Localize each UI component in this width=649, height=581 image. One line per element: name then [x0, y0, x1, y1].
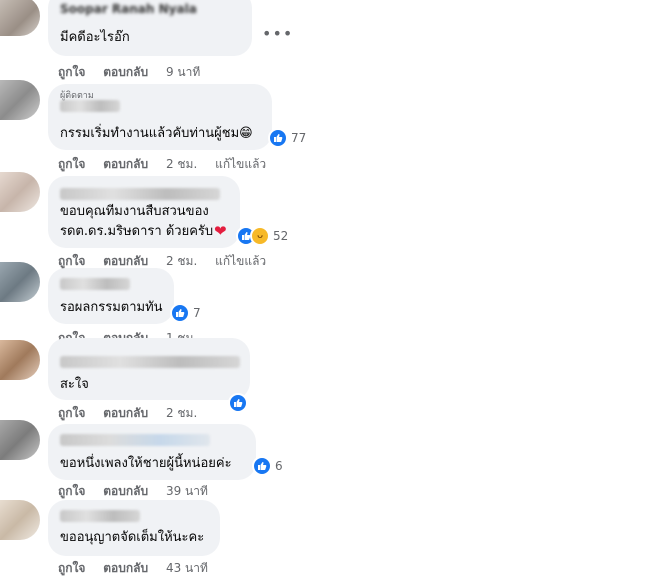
comment-time[interactable]: 2 ชม.: [166, 254, 197, 268]
thumbs-up-icon: [228, 393, 248, 413]
avatar[interactable]: [0, 262, 40, 302]
like-button[interactable]: ถูกใจ: [58, 157, 85, 171]
avatar[interactable]: [0, 420, 40, 460]
comment-actions: ถูกใจ ตอบกลับ 43 นาที: [58, 559, 222, 578]
comment-bubble: รอผลกรรมตามทัน: [48, 268, 174, 324]
comment-time[interactable]: 39 นาที: [166, 484, 208, 498]
edited-label: แก้ไขแล้ว: [215, 254, 267, 268]
comment-time[interactable]: 2 ชม.: [166, 406, 197, 420]
comment-bubble: ขออนุญาตจัดเต็มให้นะคะ: [48, 500, 220, 556]
thumbs-up-icon: [252, 456, 272, 476]
comment-author[interactable]: [60, 100, 120, 112]
like-button[interactable]: ถูกใจ: [58, 406, 85, 420]
comment-time[interactable]: 43 นาที: [166, 561, 208, 575]
comment-author[interactable]: [60, 510, 140, 522]
comment-text: รดต.ดร.มริษดารา ด้วยครับ: [60, 224, 214, 239]
reply-button[interactable]: ตอบกลับ: [103, 65, 148, 79]
reaction-summary[interactable]: 6: [252, 456, 283, 476]
laughing-emoji-icon: ᴗ: [250, 226, 270, 246]
comment-time[interactable]: 2 ชม.: [166, 157, 197, 171]
reply-button[interactable]: ตอบกลับ: [103, 254, 148, 268]
reaction-count: 52: [273, 229, 289, 243]
comment-bubble: สะใจ: [48, 338, 250, 400]
thumbs-up-icon: [170, 303, 190, 323]
reaction-summary[interactable]: ᴗ 52: [236, 226, 288, 246]
avatar[interactable]: [0, 340, 40, 380]
reaction-summary[interactable]: 77: [268, 128, 306, 148]
comment-actions: ถูกใจ ตอบกลับ 39 นาที: [58, 482, 222, 501]
reply-button[interactable]: ตอบกลับ: [103, 157, 148, 171]
more-options-icon[interactable]: •••: [262, 24, 293, 43]
comment-actions: ถูกใจ ตอบกลับ 2 ชม.: [58, 404, 211, 423]
reaction-summary[interactable]: [228, 393, 248, 413]
comment-actions: ถูกใจ ตอบกลับ 9 นาที: [58, 63, 214, 82]
comment-author[interactable]: [60, 434, 210, 446]
reaction-count: 77: [291, 131, 307, 145]
reaction-count: 7: [193, 306, 201, 320]
comment-bubble: ผู้ติดตาม กรรมเริ่มทำงานแล้วคับท่านผู้ชม…: [48, 84, 272, 150]
comment-text: รอผลกรรมตามทัน: [60, 300, 163, 315]
reply-button[interactable]: ตอบกลับ: [103, 561, 148, 575]
reply-button[interactable]: ตอบกลับ: [103, 406, 148, 420]
like-button[interactable]: ถูกใจ: [58, 65, 85, 79]
comment-author[interactable]: [60, 356, 240, 368]
comment-text: ขออนุญาตจัดเต็มให้นะคะ: [60, 530, 205, 545]
reaction-summary[interactable]: 7: [170, 303, 201, 323]
edited-label: แก้ไขแล้ว: [215, 157, 267, 171]
comment-text: สะใจ: [60, 377, 89, 392]
comment-bubble: ขอหนึ่งเพลงให้ชายผู้นี้หน่อยค่ะ: [48, 424, 256, 480]
comment-time[interactable]: 9 นาที: [166, 65, 200, 79]
comment-bubble: Soopar Ranah Nyala มีคดีอะไรอ๊ก: [48, 0, 252, 56]
avatar[interactable]: [0, 0, 40, 36]
comment-text: กรรมเริ่มทำงานแล้วคับท่านผู้ชม😁: [60, 126, 253, 141]
like-button[interactable]: ถูกใจ: [58, 484, 85, 498]
like-button[interactable]: ถูกใจ: [58, 561, 85, 575]
comment-text: ขอหนึ่งเพลงให้ชายผู้นี้หน่อยค่ะ: [60, 456, 232, 471]
comment-author[interactable]: [60, 278, 130, 290]
reaction-count: 6: [275, 459, 283, 473]
heart-icon: ❤: [214, 222, 227, 240]
thumbs-up-icon: [268, 128, 288, 148]
comment-actions: ถูกใจ ตอบกลับ 2 ชม. แก้ไขแล้ว: [58, 155, 280, 174]
avatar[interactable]: [0, 80, 40, 120]
avatar[interactable]: [0, 500, 40, 540]
comment-text: ขอบคุณทีมงานสืบสวนของ: [60, 204, 209, 219]
comment-author[interactable]: [60, 188, 220, 200]
reply-button[interactable]: ตอบกลับ: [103, 484, 148, 498]
comment-author[interactable]: Soopar Ranah Nyala: [60, 2, 197, 16]
comment-text: มีคดีอะไรอ๊ก: [60, 30, 130, 45]
like-button[interactable]: ถูกใจ: [58, 254, 85, 268]
avatar[interactable]: [0, 172, 40, 212]
